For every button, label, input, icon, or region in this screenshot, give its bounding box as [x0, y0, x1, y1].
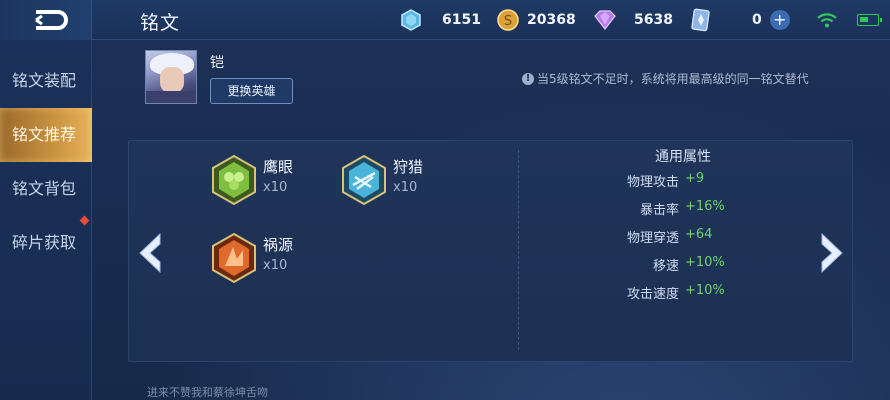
sidebar-item-rune-equip[interactable]: 铭文装配	[0, 54, 92, 108]
sidebar-item-rune-recommend[interactable]: 铭文推荐	[0, 108, 92, 162]
attribute-label: 物理攻击	[626, 175, 679, 190]
purple-gem-icon	[594, 10, 616, 30]
attribute-row: 物理穿透 +64	[596, 227, 796, 246]
sidebar: 铭文装配 铭文推荐 铭文背包 碎片获取	[0, 40, 92, 400]
page-title: 铭文	[140, 12, 181, 34]
attribute-label: 移速	[652, 259, 679, 274]
top-bar: 铭文 6151 S 20368 5638 0 +	[0, 0, 890, 40]
attribute-value: +64	[685, 227, 713, 242]
change-hero-button[interactable]: 更换英雄	[210, 78, 293, 104]
gold-coin-counter: S 20368	[497, 8, 576, 32]
rune-item[interactable]: 狩猎 x10	[341, 155, 451, 207]
attributes-title: 通用属性	[655, 149, 711, 165]
rune-name: 鹰眼	[263, 158, 294, 176]
rune-count: x10	[263, 258, 288, 273]
calamity-rune-icon	[212, 233, 256, 283]
attribute-value: +10%	[685, 283, 725, 298]
rune-item[interactable]: 祸源 x10	[211, 233, 321, 285]
rune-count: x10	[393, 180, 418, 195]
rune-name: 祸源	[263, 236, 294, 254]
hero-avatar[interactable]	[145, 50, 197, 104]
attribute-label: 暴击率	[639, 203, 679, 218]
back-button[interactable]	[0, 0, 92, 40]
panel-divider	[518, 150, 519, 350]
wifi-icon	[817, 13, 837, 28]
diamond-value: 6151	[442, 12, 481, 28]
attribute-value: +16%	[685, 199, 725, 214]
rune-name: 狩猎	[393, 158, 424, 176]
crystal-card-icon	[691, 8, 710, 32]
info-icon: !	[522, 72, 534, 85]
add-currency-button[interactable]: +	[769, 10, 790, 30]
sidebar-item-shard-acquire[interactable]: 碎片获取	[0, 216, 92, 270]
hero-name: 铠	[210, 55, 224, 71]
gold-coin-icon: S	[497, 9, 519, 31]
diamond-counter: 6151	[400, 8, 481, 32]
hawk-eye-rune-icon	[212, 155, 256, 205]
sidebar-item-rune-bag[interactable]: 铭文背包	[0, 162, 92, 216]
battery-icon	[857, 14, 882, 26]
attribute-row: 暴击率 +16%	[596, 199, 796, 218]
attribute-label: 攻击速度	[626, 287, 679, 302]
attribute-value: +9	[685, 171, 705, 186]
attribute-row: 移速 +10%	[596, 255, 796, 274]
prev-arrow-icon[interactable]	[136, 232, 164, 274]
rune-crystal-counter: 0 +	[690, 8, 790, 32]
rune-notice: ! 当5级铭文不足时，系统将用最高级的同一铭文替代	[522, 70, 809, 87]
attribute-value: +10%	[685, 255, 725, 270]
rune-crystal-value: 0	[752, 12, 762, 28]
hunt-rune-icon	[342, 155, 386, 205]
rune-item[interactable]: 鹰眼 x10	[211, 155, 321, 207]
purple-gem-counter: 5638	[592, 8, 673, 32]
footer-text: 进来不赞我和蔡徐坤舌吻	[147, 386, 268, 399]
gold-coin-value: 20368	[527, 12, 576, 28]
attribute-row: 物理攻击 +9	[596, 171, 796, 190]
back-arrow-icon	[35, 10, 68, 30]
attribute-row: 攻击速度 +10%	[596, 283, 796, 302]
svg-text:S: S	[504, 14, 512, 29]
next-arrow-icon[interactable]	[818, 232, 846, 274]
rune-count: x10	[263, 180, 288, 195]
notice-text: 当5级铭文不足时，系统将用最高级的同一铭文替代	[537, 72, 809, 86]
purple-gem-value: 5638	[634, 12, 673, 28]
attribute-label: 物理穿透	[626, 231, 679, 246]
blue-diamond-icon	[401, 9, 421, 31]
